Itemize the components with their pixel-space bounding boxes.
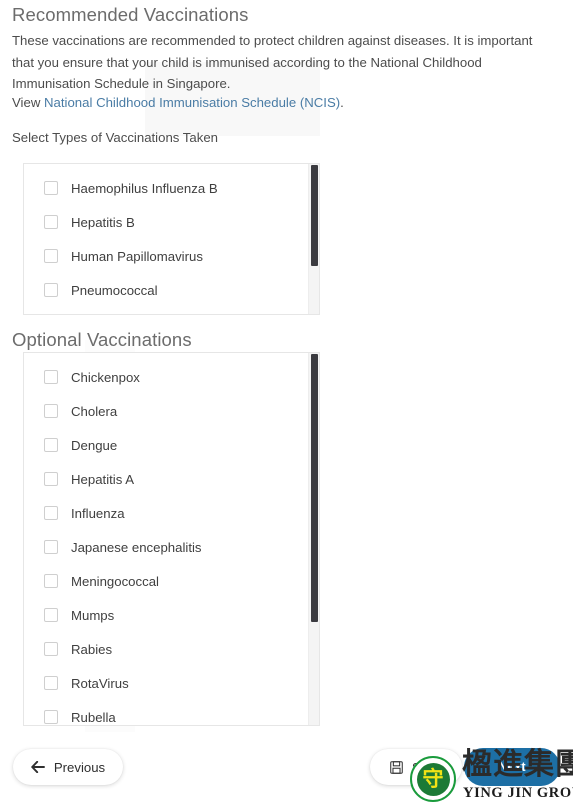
list-item-label: Haemophilus Influenza B <box>71 180 218 196</box>
checkbox-icon[interactable] <box>44 642 58 656</box>
recommended-vaccinations-heading: Recommended Vaccinations <box>12 4 249 25</box>
checkbox-icon[interactable] <box>44 438 58 452</box>
list-item-label: Hepatitis B <box>71 214 135 230</box>
list-item[interactable]: Haemophilus Influenza B <box>24 171 308 205</box>
checkbox-icon[interactable] <box>44 404 58 418</box>
list-item[interactable]: Dengue <box>24 428 308 462</box>
list-item-label: Meningococcal <box>71 573 159 589</box>
list-item[interactable]: Human Papillomavirus <box>24 239 308 273</box>
recommended-vaccinations-listbox[interactable]: Haemophilus Influenza B Hepatitis B Human … <box>23 163 320 315</box>
list-item-label: Pneumococcal <box>71 282 158 298</box>
list-item[interactable]: Pneumococcal <box>24 273 308 307</box>
next-button-label: Next <box>498 760 526 774</box>
ncis-view-prefix: View <box>12 95 45 110</box>
floppy-disk-icon <box>390 760 403 774</box>
list-item-label: Chickenpox <box>71 369 140 385</box>
list-item[interactable]: Cholera <box>24 394 308 428</box>
checkbox-icon[interactable] <box>44 540 58 554</box>
list-item-label: Rabies <box>71 641 113 657</box>
checkbox-icon[interactable] <box>44 710 58 724</box>
ncis-link[interactable]: National Childhood Immunisation Schedule… <box>44 95 340 110</box>
list-item[interactable]: Chickenpox <box>24 360 308 394</box>
checkbox-icon[interactable] <box>44 574 58 588</box>
list-item[interactable]: Hepatitis B <box>24 205 308 239</box>
checkbox-icon[interactable] <box>44 370 58 384</box>
recommended-vaccinations-description: These vaccinations are recommended to pr… <box>12 33 533 91</box>
select-vaccinations-label: Select Types of Vaccinations Taken <box>12 130 218 145</box>
list-item-label: Hepatitis A <box>71 471 135 487</box>
list-item[interactable]: Meningococcal <box>24 564 308 598</box>
next-button[interactable]: Next <box>464 748 560 786</box>
checkbox-icon[interactable] <box>44 249 58 263</box>
optional-vaccinations-options: Chickenpox Cholera Dengue Hepatitis A Influe… <box>24 353 308 725</box>
list-item-label: Japanese encephalitis <box>71 539 202 555</box>
previous-button-label: Previous <box>53 759 106 775</box>
optional-vaccinations-listbox[interactable]: Chickenpox Cholera Dengue Hepatitis A Influe… <box>23 352 320 726</box>
checkbox-icon[interactable] <box>44 676 58 690</box>
checkbox-icon[interactable] <box>44 472 58 486</box>
checkbox-icon[interactable] <box>44 181 58 195</box>
list-item[interactable]: RotaVirus <box>24 666 308 700</box>
list-item-label: RotaVirus <box>71 675 129 691</box>
previous-button[interactable]: Previous <box>13 749 123 785</box>
list-item-label: Rubella <box>71 709 116 725</box>
watermark-english-text: YING JIN GROUP <box>463 785 573 801</box>
checkbox-icon[interactable] <box>44 608 58 622</box>
optional-list-scrollbar-thumb[interactable] <box>311 354 318 622</box>
list-item-label: Influenza <box>71 505 125 521</box>
ncis-view-suffix: . <box>340 95 344 110</box>
save-button-label: Save <box>411 759 443 775</box>
recommended-vaccinations-options: Haemophilus Influenza B Hepatitis B Human … <box>24 164 308 314</box>
checkbox-icon[interactable] <box>44 506 58 520</box>
save-button[interactable]: Save <box>370 749 462 785</box>
arrow-left-icon <box>31 761 45 773</box>
recommended-list-scrollbar-track[interactable] <box>308 164 319 314</box>
ncis-view-line: View National Childhood Immunisation Sch… <box>12 94 344 112</box>
list-item[interactable] <box>24 307 308 314</box>
recommended-list-scrollbar-thumb[interactable] <box>311 165 318 266</box>
list-item-label: Mumps <box>71 607 115 623</box>
optional-vaccinations-heading: Optional Vaccinations <box>12 329 192 350</box>
list-item-label: Dengue <box>71 437 118 453</box>
optional-list-scrollbar-track[interactable] <box>308 353 319 725</box>
list-item[interactable]: Rabies <box>24 632 308 666</box>
list-item[interactable]: Mumps <box>24 598 308 632</box>
checkbox-icon[interactable] <box>44 215 58 229</box>
list-item[interactable]: Hepatitis A <box>24 462 308 496</box>
vaccinations-form-page: Recommended Vaccinations These vaccinati… <box>0 0 573 812</box>
list-item-label: Human Papillomavirus <box>71 248 203 264</box>
list-item[interactable]: Japanese encephalitis <box>24 530 308 564</box>
list-item[interactable]: Influenza <box>24 496 308 530</box>
list-item-label: Cholera <box>71 403 118 419</box>
checkbox-icon[interactable] <box>44 283 58 297</box>
list-item[interactable]: Rubella <box>24 700 308 725</box>
